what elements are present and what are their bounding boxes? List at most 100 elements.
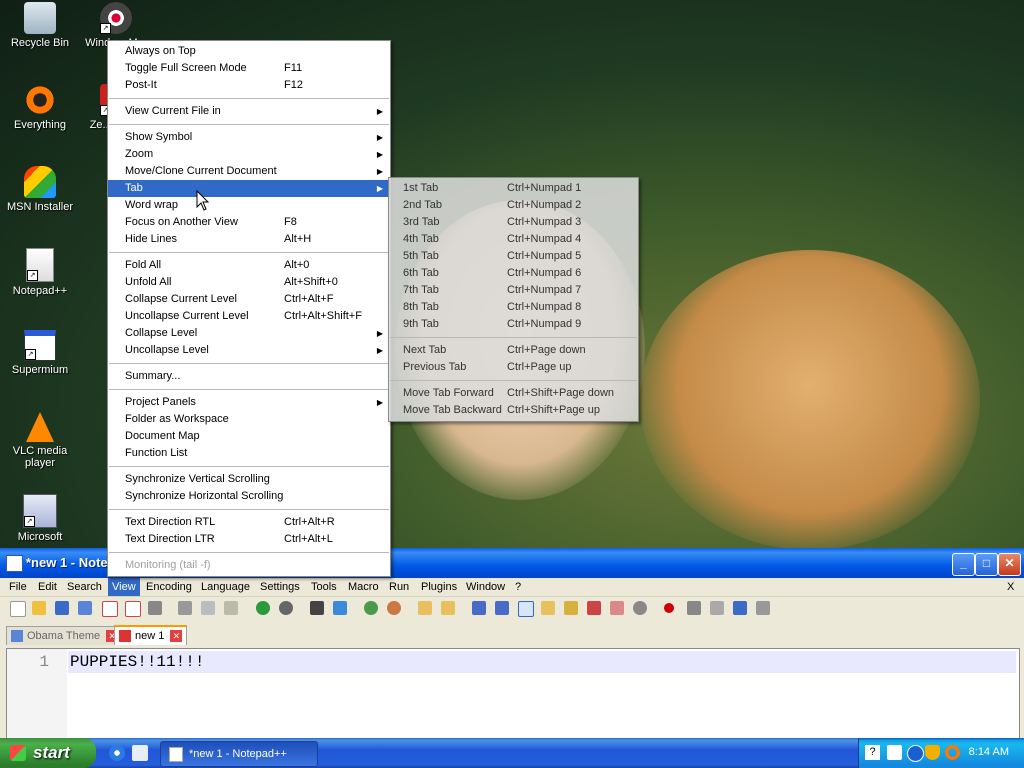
- menu-file[interactable]: File: [5, 578, 31, 596]
- indent-guide-icon[interactable]: [518, 601, 534, 617]
- start-button[interactable]: start: [0, 738, 96, 768]
- submenu-item-previous-tab[interactable]: Previous Tab Ctrl+Page up: [389, 359, 638, 376]
- record-macro-icon[interactable]: [664, 603, 674, 613]
- clock[interactable]: 8:14 AM: [969, 746, 1009, 758]
- open-folder-icon[interactable]: [32, 601, 46, 615]
- submenu-item-next-tab[interactable]: Next Tab Ctrl+Page down: [389, 342, 638, 359]
- menu-item-uncollapse-level[interactable]: Uncollapse Level ▶: [108, 342, 390, 359]
- menu-item-folder-as-workspace[interactable]: Folder as Workspace: [108, 411, 390, 428]
- desktop-icon-msn-installer[interactable]: MSN Installer: [0, 166, 80, 213]
- menu-item-sync-vertical-scrolling[interactable]: Synchronize Vertical Scrolling: [108, 471, 390, 488]
- show-desktop-icon[interactable]: [132, 745, 148, 761]
- menu-item-collapse-current-level[interactable]: Collapse Current Level Ctrl+Alt+F: [108, 291, 390, 308]
- maximize-button[interactable]: □: [975, 553, 998, 576]
- submenu-item-6th-tab[interactable]: 6th Tab Ctrl+Numpad 6: [389, 265, 638, 282]
- function-list-icon[interactable]: [587, 601, 601, 615]
- print-icon[interactable]: [148, 601, 162, 615]
- menu-close-doc[interactable]: X: [1003, 578, 1018, 596]
- zoom-out-icon[interactable]: [387, 601, 401, 615]
- menu-item-post-it[interactable]: Post-It F12: [108, 77, 390, 94]
- back-arrow-icon[interactable]: [907, 745, 924, 762]
- menu-item-fold-all[interactable]: Fold All Alt+0: [108, 257, 390, 274]
- desktop-icon-recycle-bin[interactable]: Recycle Bin: [0, 2, 80, 49]
- menu-item-text-direction-ltr[interactable]: Text Direction LTR Ctrl+Alt+L: [108, 531, 390, 548]
- cut-icon[interactable]: [178, 601, 192, 615]
- desktop-icon-microsoft[interactable]: ↗ Microsoft: [0, 494, 80, 543]
- paste-icon[interactable]: [224, 601, 238, 615]
- save-macro-icon[interactable]: [756, 601, 770, 615]
- desktop-icon-vlc[interactable]: VLC media player: [0, 412, 80, 469]
- show-all-chars-icon[interactable]: [495, 601, 509, 615]
- close-all-icon[interactable]: [125, 601, 141, 617]
- help-icon[interactable]: ?: [865, 745, 880, 760]
- menu-tools[interactable]: Tools: [307, 578, 341, 596]
- run-macro-multiple-icon[interactable]: [733, 601, 747, 615]
- folder-workspace-icon[interactable]: [610, 601, 624, 615]
- menu-item-hide-lines[interactable]: Hide Lines Alt+H: [108, 231, 390, 248]
- menu-view[interactable]: View: [108, 578, 140, 596]
- submenu-item-2nd-tab[interactable]: 2nd Tab Ctrl+Numpad 2: [389, 197, 638, 214]
- menu-help[interactable]: ?: [511, 578, 525, 596]
- security-shield-icon[interactable]: [925, 745, 940, 760]
- menu-item-toggle-full-screen[interactable]: Toggle Full Screen Mode F11: [108, 60, 390, 77]
- submenu-item-3rd-tab[interactable]: 3rd Tab Ctrl+Numpad 3: [389, 214, 638, 231]
- save-icon[interactable]: [55, 601, 69, 615]
- submenu-item-move-tab-forward[interactable]: Move Tab Forward Ctrl+Shift+Page down: [389, 385, 638, 402]
- menu-item-text-direction-rtl[interactable]: Text Direction RTL Ctrl+Alt+R: [108, 514, 390, 531]
- submenu-item-1st-tab[interactable]: 1st Tab Ctrl+Numpad 1: [389, 180, 638, 197]
- menu-item-unfold-all[interactable]: Unfold All Alt+Shift+0: [108, 274, 390, 291]
- submenu-item-9th-tab[interactable]: 9th Tab Ctrl+Numpad 9: [389, 316, 638, 333]
- taskbar-button-notepadpp[interactable]: *new 1 - Notepad++: [160, 741, 318, 767]
- menu-item-zoom[interactable]: Zoom ▶: [108, 146, 390, 163]
- menu-item-summary[interactable]: Summary...: [108, 368, 390, 385]
- sync-vertical-icon[interactable]: [418, 601, 432, 615]
- minimize-button[interactable]: _: [952, 553, 975, 576]
- menu-macro[interactable]: Macro: [344, 578, 383, 596]
- menu-item-project-panels[interactable]: Project Panels ▶: [108, 394, 390, 411]
- undo-icon[interactable]: [256, 601, 270, 615]
- menu-encoding[interactable]: Encoding: [142, 578, 196, 596]
- close-file-icon[interactable]: [102, 601, 118, 617]
- close-tab-icon[interactable]: ✕: [170, 630, 183, 642]
- desktop-icon-everything[interactable]: Everything: [0, 84, 80, 131]
- menu-item-collapse-level[interactable]: Collapse Level ▶: [108, 325, 390, 342]
- menu-item-show-symbol[interactable]: Show Symbol ▶: [108, 129, 390, 146]
- document-map-icon[interactable]: [564, 601, 578, 615]
- udl-icon[interactable]: [541, 601, 555, 615]
- menu-window[interactable]: Window: [462, 578, 509, 596]
- redo-icon[interactable]: [279, 601, 293, 615]
- desktop-icon-supermium[interactable]: ↗ Supermium: [0, 330, 80, 376]
- submenu-item-8th-tab[interactable]: 8th Tab Ctrl+Numpad 8: [389, 299, 638, 316]
- monitoring-icon[interactable]: [633, 601, 647, 615]
- menu-language[interactable]: Language: [197, 578, 254, 596]
- menu-item-sync-horizontal-scrolling[interactable]: Synchronize Horizontal Scrolling: [108, 488, 390, 505]
- safely-remove-icon[interactable]: [887, 745, 902, 760]
- everything-search-icon[interactable]: [945, 745, 960, 760]
- menu-item-move-clone-document[interactable]: Move/Clone Current Document ▶: [108, 163, 390, 180]
- submenu-item-5th-tab[interactable]: 5th Tab Ctrl+Numpad 5: [389, 248, 638, 265]
- stop-macro-icon[interactable]: [687, 601, 701, 615]
- internet-explorer-icon[interactable]: [109, 745, 125, 761]
- menu-edit[interactable]: Edit: [34, 578, 61, 596]
- zoom-in-icon[interactable]: [364, 601, 378, 615]
- sync-horizontal-icon[interactable]: [441, 601, 455, 615]
- menu-item-document-map[interactable]: Document Map: [108, 428, 390, 445]
- tab-new-1[interactable]: new 1 ✕: [114, 625, 188, 645]
- desktop-icon-notepadpp[interactable]: ↗ Notepad++: [0, 248, 80, 297]
- menu-run[interactable]: Run: [385, 578, 413, 596]
- menu-item-uncollapse-current-level[interactable]: Uncollapse Current Level Ctrl+Alt+Shift+F: [108, 308, 390, 325]
- editor-text[interactable]: PUPPIES!!11!!!: [70, 653, 204, 671]
- tab-obama-theme[interactable]: Obama Theme ✕: [6, 626, 124, 645]
- new-file-icon[interactable]: [10, 601, 26, 617]
- submenu-item-7th-tab[interactable]: 7th Tab Ctrl+Numpad 7: [389, 282, 638, 299]
- submenu-item-move-tab-backward[interactable]: Move Tab Backward Ctrl+Shift+Page up: [389, 402, 638, 419]
- menu-item-focus-another-view[interactable]: Focus on Another View F8: [108, 214, 390, 231]
- menu-plugins[interactable]: Plugins: [417, 578, 461, 596]
- editor[interactable]: 1 PUPPIES!!11!!!: [6, 648, 1020, 740]
- submenu-item-4th-tab[interactable]: 4th Tab Ctrl+Numpad 4: [389, 231, 638, 248]
- menu-item-view-current-file-in[interactable]: View Current File in ▶: [108, 103, 390, 120]
- replace-icon[interactable]: [333, 601, 347, 615]
- word-wrap-icon[interactable]: [472, 601, 486, 615]
- menu-search[interactable]: Search: [63, 578, 106, 596]
- close-button[interactable]: ✕: [998, 553, 1021, 576]
